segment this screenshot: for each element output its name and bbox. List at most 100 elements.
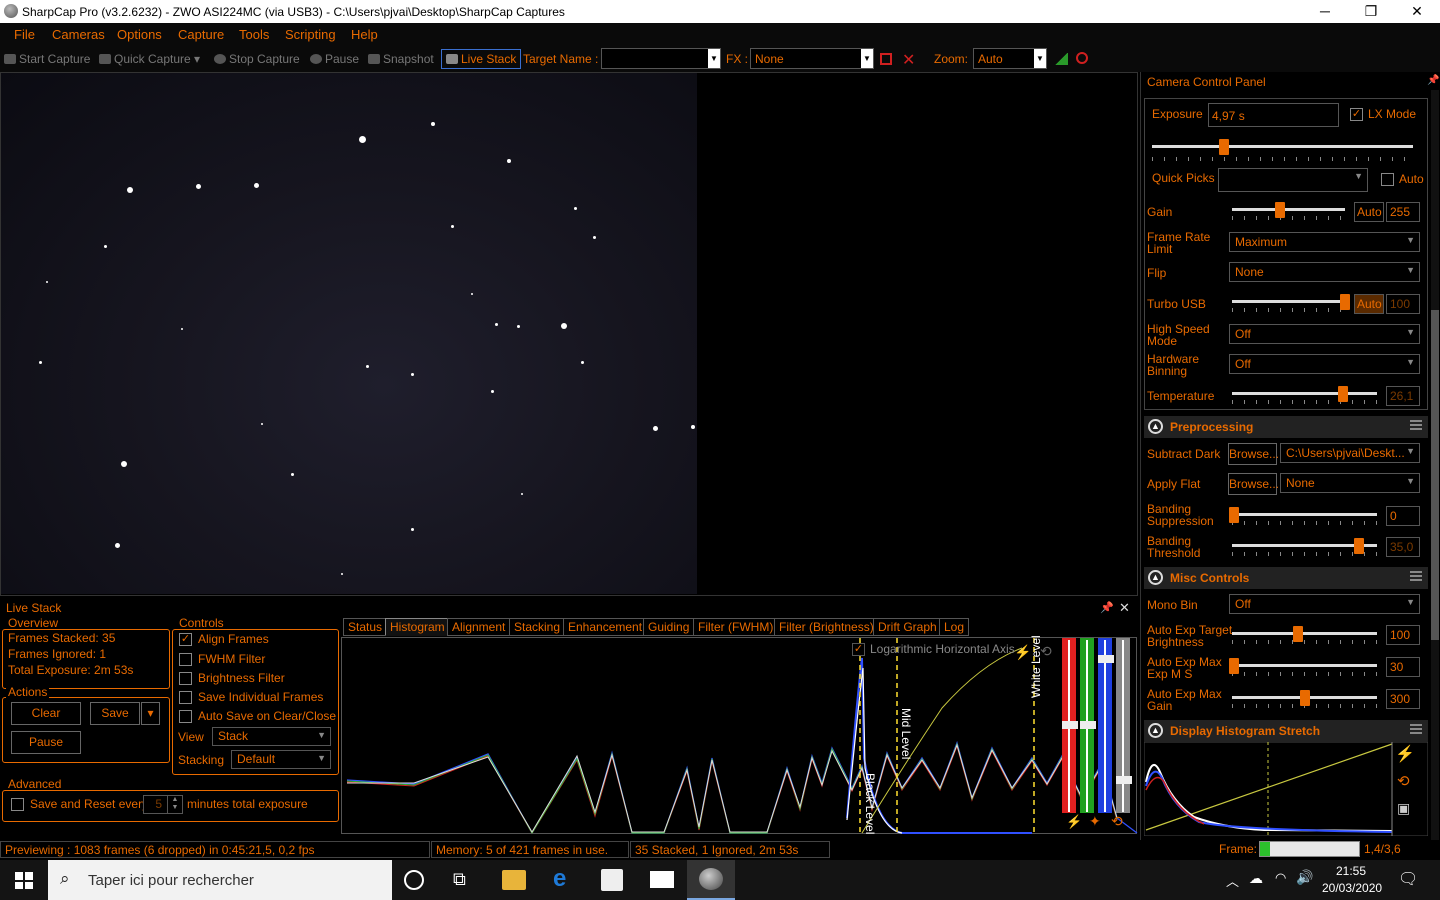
menu-options[interactable]: Options	[117, 27, 162, 42]
histogram-icon[interactable]	[1054, 53, 1068, 65]
wifi-icon[interactable]: ◠	[1275, 870, 1286, 886]
banding-suppression-value[interactable]: 0	[1386, 506, 1420, 526]
tab-status[interactable]: Status	[343, 618, 388, 636]
ae-max-gain-thumb[interactable]	[1300, 690, 1310, 706]
exposure-input[interactable]: 4,97 s	[1208, 103, 1339, 127]
tab-filter-fwhm[interactable]: Filter (FWHM)	[693, 618, 779, 636]
live-stack-button[interactable]: Live Stack	[441, 49, 522, 69]
clear-button[interactable]: Clear	[11, 702, 81, 725]
mail-icon[interactable]	[650, 871, 674, 888]
tab-enhancement[interactable]: Enhancement	[563, 618, 648, 636]
tab-log[interactable]: Log	[939, 618, 970, 636]
binning-select[interactable]: Off ▼	[1229, 354, 1420, 374]
misc-controls-header[interactable]: ▲ Misc Controls	[1144, 567, 1428, 589]
select-area-icon[interactable]	[880, 53, 892, 65]
start-capture-button[interactable]: Start Capture	[4, 52, 90, 66]
snapshot-button[interactable]: Snapshot	[368, 52, 434, 66]
apply-flat-select[interactable]: None ▼	[1280, 473, 1420, 493]
auto-save-checkbox[interactable]	[179, 710, 192, 723]
gain-auto-button[interactable]: Auto	[1354, 202, 1384, 222]
banding-suppression-track[interactable]	[1232, 513, 1377, 516]
sparkle-icon[interactable]: ✦	[1089, 813, 1101, 830]
ae-max-exp-value[interactable]: 30	[1386, 657, 1420, 677]
browse-flat-button[interactable]: Browse...	[1228, 473, 1279, 495]
turbo-slider-thumb[interactable]	[1340, 294, 1350, 310]
histogram-stretch-header[interactable]: ▲ Display Histogram Stretch	[1144, 720, 1428, 742]
flip-select[interactable]: None ▼	[1229, 262, 1420, 282]
preprocessing-header[interactable]: ▲ Preprocessing	[1144, 416, 1428, 438]
banding-threshold-value[interactable]: 35,0	[1386, 537, 1420, 557]
panel-scrollbar[interactable]	[1431, 90, 1439, 840]
quick-auto-checkbox[interactable]	[1381, 173, 1394, 186]
high-speed-select[interactable]: Off ▼	[1229, 324, 1420, 344]
exposure-slider-thumb[interactable]	[1219, 139, 1229, 155]
minimize-button[interactable]: ─	[1302, 0, 1348, 23]
turbo-slider-track[interactable]	[1232, 300, 1345, 303]
close-panel-icon[interactable]: ✕	[1119, 600, 1130, 616]
banding-threshold-thumb[interactable]	[1354, 538, 1364, 554]
ae-target-thumb[interactable]	[1293, 626, 1303, 642]
auto-stretch-icon[interactable]: ⚡	[1014, 644, 1031, 661]
tab-guiding[interactable]: Guiding	[643, 618, 695, 636]
ae-max-exp-thumb[interactable]	[1229, 658, 1239, 674]
brightness-filter-checkbox[interactable]	[179, 672, 192, 685]
quick-picks-select[interactable]: ▼	[1218, 168, 1368, 192]
exposure-slider-track[interactable]	[1152, 145, 1413, 148]
spinner-arrows-icon[interactable]: ▲ ▼	[167, 796, 182, 813]
zoom-select[interactable]: Auto ▼	[973, 48, 1047, 69]
close-button[interactable]: ✕	[1394, 0, 1440, 23]
stacking-select[interactable]: Default ▼	[231, 750, 331, 769]
menu-cameras[interactable]: Cameras	[52, 27, 105, 42]
gain-slider-track[interactable]	[1232, 208, 1345, 211]
gain-value-input[interactable]: 255	[1386, 202, 1420, 222]
stop-capture-button[interactable]: Stop Capture	[214, 52, 300, 66]
reset-icon[interactable]: ⟲	[1111, 813, 1123, 830]
align-frames-checkbox[interactable]: ✓	[179, 633, 192, 646]
menu-file[interactable]: File	[14, 27, 35, 42]
tab-stacking[interactable]: Stacking	[509, 618, 566, 636]
clock-date[interactable]: 20/03/2020	[1322, 881, 1382, 895]
stretch-histogram[interactable]	[1144, 742, 1428, 836]
turbo-auto-button[interactable]: Auto	[1354, 294, 1384, 314]
edge-icon[interactable]: e	[553, 865, 566, 893]
pause-stack-button[interactable]: Pause	[11, 731, 81, 754]
ae-max-exp-track[interactable]	[1232, 664, 1377, 667]
banding-suppression-thumb[interactable]	[1229, 507, 1239, 523]
reset-icon[interactable]: ⟲	[1040, 643, 1052, 660]
task-view-icon[interactable]: ⧉	[453, 869, 466, 890]
reset-icon[interactable]: ⟲	[1397, 772, 1410, 790]
stack-histogram[interactable]: ✓ Logarithmic Horizontal Axis Black Leve…	[341, 635, 1138, 835]
tab-histogram[interactable]: Histogram	[385, 618, 450, 636]
save-dropdown-button[interactable]: ▾	[141, 702, 160, 725]
turbo-value-input[interactable]: 100	[1386, 294, 1420, 314]
save-reset-checkbox[interactable]	[11, 798, 24, 811]
volume-icon[interactable]: 🔊	[1296, 869, 1313, 886]
subtract-dark-select[interactable]: C:\Users\pjvai\Deskt... ▼	[1280, 443, 1420, 463]
view-select[interactable]: Stack ▼	[212, 727, 331, 746]
store-icon[interactable]	[601, 869, 623, 891]
onedrive-icon[interactable]: ☁	[1249, 870, 1263, 887]
chevron-up-icon[interactable]: ︿	[1226, 871, 1239, 890]
file-explorer-icon[interactable]	[502, 870, 526, 890]
sharpcap-taskbar-button[interactable]	[687, 860, 735, 900]
clock-time[interactable]: 21:55	[1331, 864, 1371, 878]
tab-drift-graph[interactable]: Drift Graph	[873, 618, 942, 636]
taskbar-search-box[interactable]: ⌕ Taper ici pour rechercher	[48, 860, 392, 900]
fwhm-filter-checkbox[interactable]	[179, 653, 192, 666]
lx-mode-checkbox[interactable]: ✓	[1350, 108, 1363, 121]
save-icon[interactable]: ▣	[1397, 800, 1410, 817]
quick-capture-button[interactable]: Quick Capture ▾	[99, 52, 200, 66]
notification-icon[interactable]: 🗨	[1398, 869, 1418, 889]
ae-max-gain-value[interactable]: 300	[1386, 689, 1420, 709]
mono-bin-select[interactable]: Off ▼	[1229, 594, 1420, 614]
gain-slider-thumb[interactable]	[1275, 202, 1285, 218]
menu-scripting[interactable]: Scripting	[285, 27, 336, 42]
cortana-icon[interactable]	[404, 870, 424, 890]
save-individual-checkbox[interactable]	[179, 691, 192, 704]
crosshair-icon[interactable]: ✕	[902, 50, 915, 70]
fx-select[interactable]: None ▼	[750, 48, 874, 69]
menu-tools[interactable]: Tools	[239, 27, 269, 42]
ae-target-value[interactable]: 100	[1386, 625, 1420, 645]
focus-icon[interactable]	[1076, 52, 1088, 64]
tab-filter-brightness[interactable]: Filter (Brightness)	[774, 618, 879, 636]
